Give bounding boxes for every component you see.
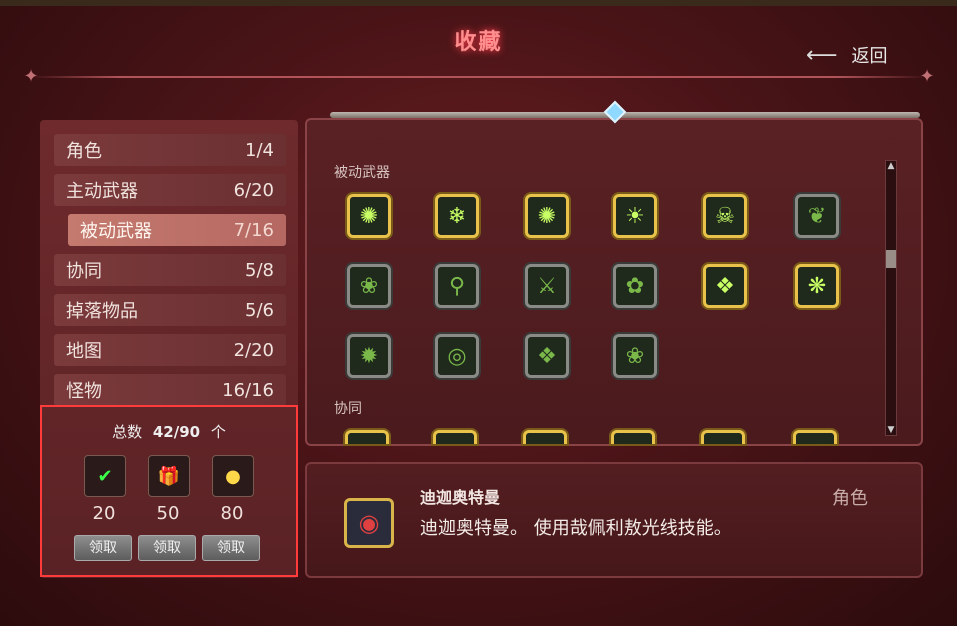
back-label: 返回 xyxy=(851,46,888,67)
sun-icon[interactable]: ☀ xyxy=(613,194,657,238)
scroll-down-icon[interactable]: ▼ xyxy=(885,424,897,436)
section-passive-label: 被动武器 xyxy=(334,165,390,181)
magnifier-icon[interactable]: ⚲ xyxy=(435,264,479,308)
reward-threshold: 50 xyxy=(156,503,180,524)
back-button[interactable]: ⟵ 返回 xyxy=(806,42,916,68)
synergy-item-icon[interactable] xyxy=(611,430,655,444)
sword-icon[interactable]: ⚔ xyxy=(525,264,569,308)
category-count: 16/16 xyxy=(222,379,274,401)
category-label: 地图 xyxy=(66,341,102,362)
blade-icon[interactable]: ❖ xyxy=(525,334,569,378)
claim-button-20[interactable]: 领取 xyxy=(74,535,132,561)
star-right-icon: ✦ xyxy=(919,66,935,87)
coin-reward-icon: ● xyxy=(212,455,254,497)
total-unit: 个 xyxy=(210,423,226,441)
character-portrait-icon: ◉ xyxy=(344,498,394,548)
category-characters[interactable]: 角色 1/4 xyxy=(54,134,286,166)
synergy-item-icon[interactable] xyxy=(793,430,837,444)
skull-icon[interactable]: ☠ xyxy=(703,194,747,238)
synergy-item-icon[interactable] xyxy=(433,430,477,444)
category-monsters[interactable]: 怪物 16/16 xyxy=(54,374,286,406)
category-label: 掉落物品 xyxy=(66,301,138,322)
revolver-icon[interactable]: ❖ xyxy=(703,264,747,308)
category-label: 被动武器 xyxy=(80,221,152,242)
synergy-item-icon[interactable] xyxy=(345,430,389,444)
claim-button-50[interactable]: 领取 xyxy=(138,535,196,561)
category-count: 6/20 xyxy=(233,179,274,201)
total-count: 总数 42/90 个 xyxy=(42,421,296,442)
category-count: 5/8 xyxy=(245,259,274,281)
category-label: 怪物 xyxy=(66,381,102,402)
category-count: 2/20 xyxy=(233,339,274,361)
rewards-box: 总数 42/90 个 ✔ 20 领取 🎁 50 领取 ● 80 领取 xyxy=(40,405,298,577)
coin-icon[interactable]: ◎ xyxy=(435,334,479,378)
reward-threshold: 80 xyxy=(220,503,244,524)
circuit-icon[interactable]: ❋ xyxy=(795,264,839,308)
star-left-icon: ✦ xyxy=(23,66,39,87)
total-value: 42/90 xyxy=(152,423,201,441)
burst-icon[interactable]: ✺ xyxy=(347,194,391,238)
category-count: 5/6 xyxy=(245,299,274,321)
frog-icon[interactable]: ✿ xyxy=(613,264,657,308)
header-divider xyxy=(30,76,927,78)
category-maps[interactable]: 地图 2/20 xyxy=(54,334,286,366)
detail-description: 迪迦奥特曼。 使用哉佩利敖光线技能。 xyxy=(420,518,732,539)
cookie-icon[interactable]: ✹ xyxy=(347,334,391,378)
snowflake-icon[interactable]: ❄ xyxy=(435,194,479,238)
collection-scrollbar[interactable] xyxy=(885,160,897,436)
claim-button-80[interactable]: 领取 xyxy=(202,535,260,561)
detail-name: 迪迦奥特曼 xyxy=(420,488,501,507)
category-active-weapons[interactable]: 主动武器 6/20 xyxy=(54,174,286,206)
check-reward-icon: ✔ xyxy=(84,455,126,497)
synergy-item-icon[interactable] xyxy=(523,430,567,444)
section-synergy-label: 协同 xyxy=(334,401,362,417)
detail-type: 角色 xyxy=(832,488,868,509)
claw-icon[interactable]: ❀ xyxy=(347,264,391,308)
synergy-item-icon[interactable] xyxy=(701,430,745,444)
gift-reward-icon: 🎁 xyxy=(148,455,190,497)
category-label: 主动武器 xyxy=(66,181,138,202)
category-drops[interactable]: 掉落物品 5/6 xyxy=(54,294,286,326)
category-count: 1/4 xyxy=(245,139,274,161)
category-passive-weapons[interactable]: 被动武器 7/16 xyxy=(68,214,286,246)
reward-threshold: 20 xyxy=(92,503,116,524)
scroll-thumb[interactable] xyxy=(886,250,896,268)
category-label: 协同 xyxy=(66,261,102,282)
category-synergy[interactable]: 协同 5/8 xyxy=(54,254,286,286)
leaf-icon[interactable]: ❦ xyxy=(795,194,839,238)
bug-icon[interactable]: ❀ xyxy=(613,334,657,378)
category-count: 7/16 xyxy=(233,219,274,241)
total-label: 总数 xyxy=(112,423,143,441)
back-arrow-icon: ⟵ xyxy=(806,42,838,68)
top-edge xyxy=(0,0,957,6)
scroll-up-icon[interactable]: ▲ xyxy=(885,160,897,172)
category-label: 角色 xyxy=(66,141,102,162)
burst-icon[interactable]: ✺ xyxy=(525,194,569,238)
